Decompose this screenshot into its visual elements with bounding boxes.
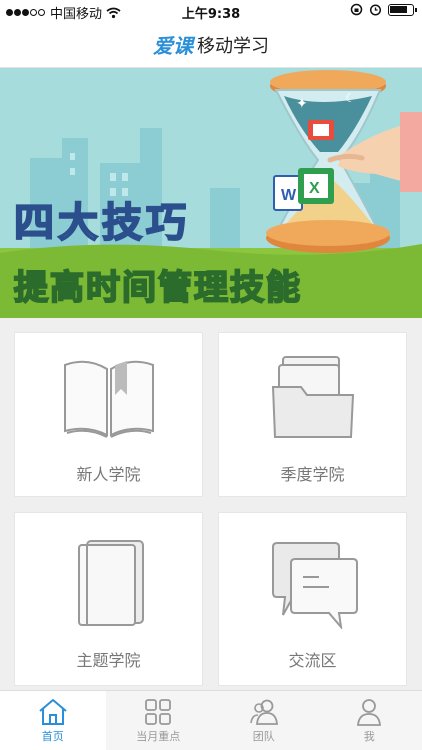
folder-icon: [271, 356, 355, 438]
tab-label: 当月重点: [136, 729, 181, 743]
card-label: 交流区: [288, 651, 337, 670]
page-title: 移动学习: [197, 35, 269, 57]
card-label: 主题学院: [76, 651, 141, 670]
tab-bar: 首页 当月重点 团队 我: [0, 690, 422, 750]
app-header: 爱课 移动学习: [0, 22, 422, 68]
svg-text:✦: ✦: [296, 96, 308, 112]
rotation-lock-icon: [350, 3, 363, 16]
brand-logo: 爱课: [153, 34, 193, 58]
card-new-hire-college[interactable]: 新人学院: [14, 332, 203, 497]
battery-icon: [388, 3, 417, 16]
tab-monthly-focus[interactable]: 当月重点: [105, 691, 211, 750]
home-icon: [39, 698, 67, 725]
open-book-icon: [64, 360, 154, 438]
banner-headline: 四大技巧: [13, 199, 190, 247]
person-icon: [357, 698, 382, 726]
alarm-icon: [369, 4, 382, 16]
chat-bubbles-icon: [272, 542, 358, 629]
card-quarterly-college[interactable]: 季度学院: [218, 332, 407, 497]
grid-icon: [145, 698, 172, 725]
promo-banner[interactable]: W X ✦ ☾ 四大技巧 提高时间管理技能: [0, 68, 422, 318]
tab-home[interactable]: 首页: [0, 691, 106, 750]
svg-text:☾: ☾: [345, 91, 356, 105]
banner-subheadline: 提高时间管理技能: [13, 267, 302, 309]
status-right: [350, 3, 417, 16]
svg-text:X: X: [309, 180, 320, 197]
svg-text:W: W: [281, 187, 297, 204]
card-label: 新人学院: [76, 465, 141, 484]
card-label: 季度学院: [280, 465, 345, 484]
tab-label: 我: [363, 729, 375, 743]
tab-me[interactable]: 我: [316, 691, 422, 750]
tab-team[interactable]: 团队: [211, 691, 317, 750]
status-bar: 中国移动 上午9:38: [0, 0, 422, 22]
college-grid: 新人学院 季度学院 主题学院 交流区: [0, 318, 422, 690]
tab-label: 团队: [252, 729, 275, 743]
closed-book-icon: [78, 540, 144, 626]
card-discussion-area[interactable]: 交流区: [218, 512, 407, 686]
tab-label: 首页: [41, 729, 64, 743]
team-icon: [249, 699, 278, 725]
card-topic-college[interactable]: 主题学院: [14, 512, 203, 686]
